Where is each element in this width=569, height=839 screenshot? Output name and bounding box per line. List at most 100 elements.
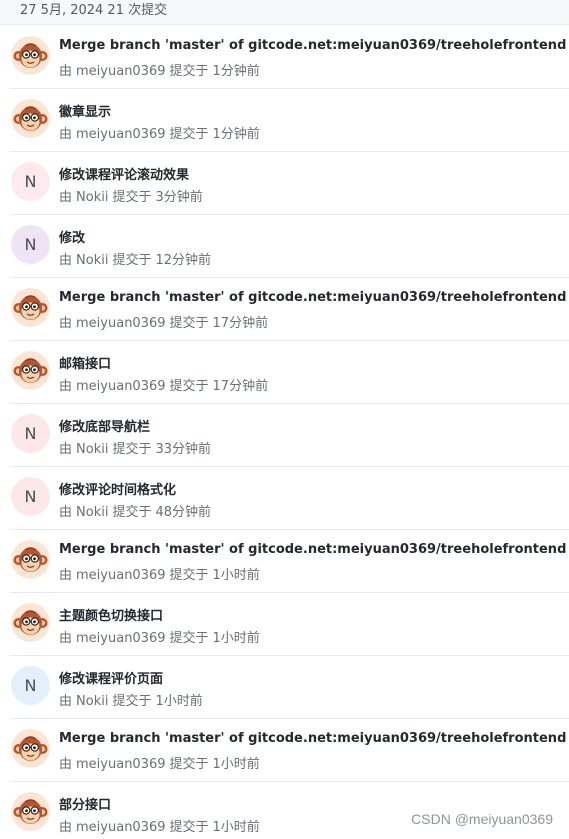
commit-author[interactable]: Nokii [76, 253, 108, 268]
commit-author[interactable]: meiyuan0369 [76, 757, 166, 772]
commit-meta: 由 Nokii 提交于 3分钟前 [59, 186, 203, 205]
commit-submitted-label: 提交于 [169, 379, 209, 394]
commit-time: 1分钟前 [212, 64, 260, 79]
commit-title[interactable]: 修改评论时间格式化 [59, 479, 176, 498]
commit-time: 1小时前 [212, 757, 260, 772]
commit-by-label: 由 [59, 568, 73, 583]
avatar-letter[interactable]: N [11, 225, 50, 264]
monkey-avatar-icon [11, 351, 50, 390]
commit-submitted-label: 提交于 [169, 631, 209, 646]
commit-author[interactable]: Nokii [76, 190, 108, 205]
commit-submitted-label: 提交于 [169, 568, 209, 583]
commit-row[interactable]: 徽章显示 由 meiyuan0369 提交于 1分钟前 [10, 89, 569, 152]
commit-row[interactable]: N 修改课程评论滚动效果 由 Nokii 提交于 3分钟前 [10, 152, 569, 215]
commit-row[interactable]: Merge branch 'master' of gitcode.net:mei… [10, 719, 569, 782]
commit-submitted-label: 提交于 [112, 190, 152, 205]
avatar-meiyuan0369[interactable] [11, 288, 50, 327]
commit-title[interactable]: Merge branch 'master' of gitcode.net:mei… [59, 290, 566, 305]
commit-time: 33分钟前 [155, 442, 212, 457]
commit-history-page: 27 5月, 2024 21 次提交 Merge branch 'master'… [0, 0, 569, 839]
avatar-letter[interactable]: N [11, 477, 50, 516]
commit-meta: 由 meiyuan0369 提交于 17分钟前 [59, 312, 268, 331]
monkey-avatar-icon [11, 603, 50, 642]
avatar-letter[interactable]: N [11, 666, 50, 705]
commit-by-label: 由 [59, 505, 73, 520]
commit-author[interactable]: Nokii [76, 442, 108, 457]
monkey-avatar-icon [11, 99, 50, 138]
avatar-meiyuan0369[interactable] [11, 36, 50, 75]
commit-title[interactable]: Merge branch 'master' of gitcode.net:mei… [59, 38, 566, 53]
commit-title[interactable]: 主题颜色切换接口 [59, 605, 163, 624]
commit-title[interactable]: Merge branch 'master' of gitcode.net:mei… [59, 731, 566, 746]
commit-by-label: 由 [59, 316, 73, 331]
commit-by-label: 由 [59, 64, 73, 79]
monkey-avatar-icon [11, 540, 50, 579]
commit-meta: 由 Nokii 提交于 48分钟前 [59, 501, 211, 520]
commit-by-label: 由 [59, 379, 73, 394]
commit-row[interactable]: 主题颜色切换接口 由 meiyuan0369 提交于 1小时前 [10, 593, 569, 656]
commit-by-label: 由 [59, 631, 73, 646]
commit-by-label: 由 [59, 190, 73, 205]
commit-author[interactable]: meiyuan0369 [76, 64, 166, 79]
commit-row[interactable]: N 修改底部导航栏 由 Nokii 提交于 33分钟前 [10, 404, 569, 467]
date-group-header: 27 5月, 2024 21 次提交 [0, 0, 569, 25]
commit-author[interactable]: meiyuan0369 [76, 631, 166, 646]
commit-submitted-label: 提交于 [169, 64, 209, 79]
commit-submitted-label: 提交于 [169, 820, 209, 835]
avatar-meiyuan0369[interactable] [11, 351, 50, 390]
commit-title[interactable]: 修改 [59, 227, 85, 246]
commit-submitted-label: 提交于 [169, 127, 209, 142]
monkey-avatar-icon [11, 36, 50, 75]
commit-row[interactable]: Merge branch 'master' of gitcode.net:mei… [10, 26, 569, 89]
avatar-meiyuan0369[interactable] [11, 792, 50, 831]
commit-submitted-label: 提交于 [112, 505, 152, 520]
commit-title[interactable]: 徽章显示 [59, 101, 111, 120]
commit-submitted-label: 提交于 [112, 442, 152, 457]
commit-time: 1小时前 [212, 631, 260, 646]
commit-title[interactable]: 修改课程评论滚动效果 [59, 164, 189, 183]
commit-row[interactable]: N 修改评论时间格式化 由 Nokii 提交于 48分钟前 [10, 467, 569, 530]
commit-author[interactable]: Nokii [76, 505, 108, 520]
commit-row[interactable]: Merge branch 'master' of gitcode.net:mei… [10, 278, 569, 341]
watermark: CSDN @meiyuan0369 [411, 811, 553, 827]
commit-author[interactable]: meiyuan0369 [76, 568, 166, 583]
avatar-letter[interactable]: N [11, 414, 50, 453]
commit-by-label: 由 [59, 757, 73, 772]
monkey-avatar-icon [11, 729, 50, 768]
commit-title[interactable]: 邮箱接口 [59, 353, 111, 372]
commit-meta: 由 meiyuan0369 提交于 1小时前 [59, 564, 260, 583]
commit-author[interactable]: meiyuan0369 [76, 379, 166, 394]
commit-author[interactable]: Nokii [76, 694, 108, 709]
commit-row[interactable]: Merge branch 'master' of gitcode.net:mei… [10, 530, 569, 593]
commit-title[interactable]: 部分接口 [59, 794, 111, 813]
commit-author[interactable]: meiyuan0369 [76, 316, 166, 331]
commit-title[interactable]: Merge branch 'master' of gitcode.net:mei… [59, 542, 566, 557]
commit-author[interactable]: meiyuan0369 [76, 127, 166, 142]
avatar-meiyuan0369[interactable] [11, 603, 50, 642]
commit-by-label: 由 [59, 253, 73, 268]
commit-meta: 由 meiyuan0369 提交于 1小时前 [59, 627, 260, 646]
commit-meta: 由 meiyuan0369 提交于 1分钟前 [59, 60, 260, 79]
commit-meta: 由 meiyuan0369 提交于 1小时前 [59, 816, 260, 835]
avatar-meiyuan0369[interactable] [11, 99, 50, 138]
commit-row[interactable]: N 修改课程评价页面 由 Nokii 提交于 1小时前 [10, 656, 569, 719]
commit-time: 12分钟前 [155, 253, 212, 268]
commit-title[interactable]: 修改底部导航栏 [59, 416, 150, 435]
commit-time: 17分钟前 [212, 316, 269, 331]
commit-meta: 由 meiyuan0369 提交于 1分钟前 [59, 123, 260, 142]
avatar-meiyuan0369[interactable] [11, 540, 50, 579]
commit-submitted-label: 提交于 [169, 316, 209, 331]
commit-by-label: 由 [59, 442, 73, 457]
commit-list: Merge branch 'master' of gitcode.net:mei… [0, 26, 569, 839]
commit-author[interactable]: meiyuan0369 [76, 820, 166, 835]
commit-row[interactable]: N 修改 由 Nokii 提交于 12分钟前 [10, 215, 569, 278]
commit-time: 1小时前 [212, 568, 260, 583]
avatar-meiyuan0369[interactable] [11, 729, 50, 768]
commit-row[interactable]: 邮箱接口 由 meiyuan0369 提交于 17分钟前 [10, 341, 569, 404]
avatar-letter[interactable]: N [11, 162, 50, 201]
commit-time: 1小时前 [155, 694, 203, 709]
monkey-avatar-icon [11, 288, 50, 327]
commit-time: 3分钟前 [155, 190, 203, 205]
commit-title[interactable]: 修改课程评价页面 [59, 668, 163, 687]
commit-submitted-label: 提交于 [169, 757, 209, 772]
